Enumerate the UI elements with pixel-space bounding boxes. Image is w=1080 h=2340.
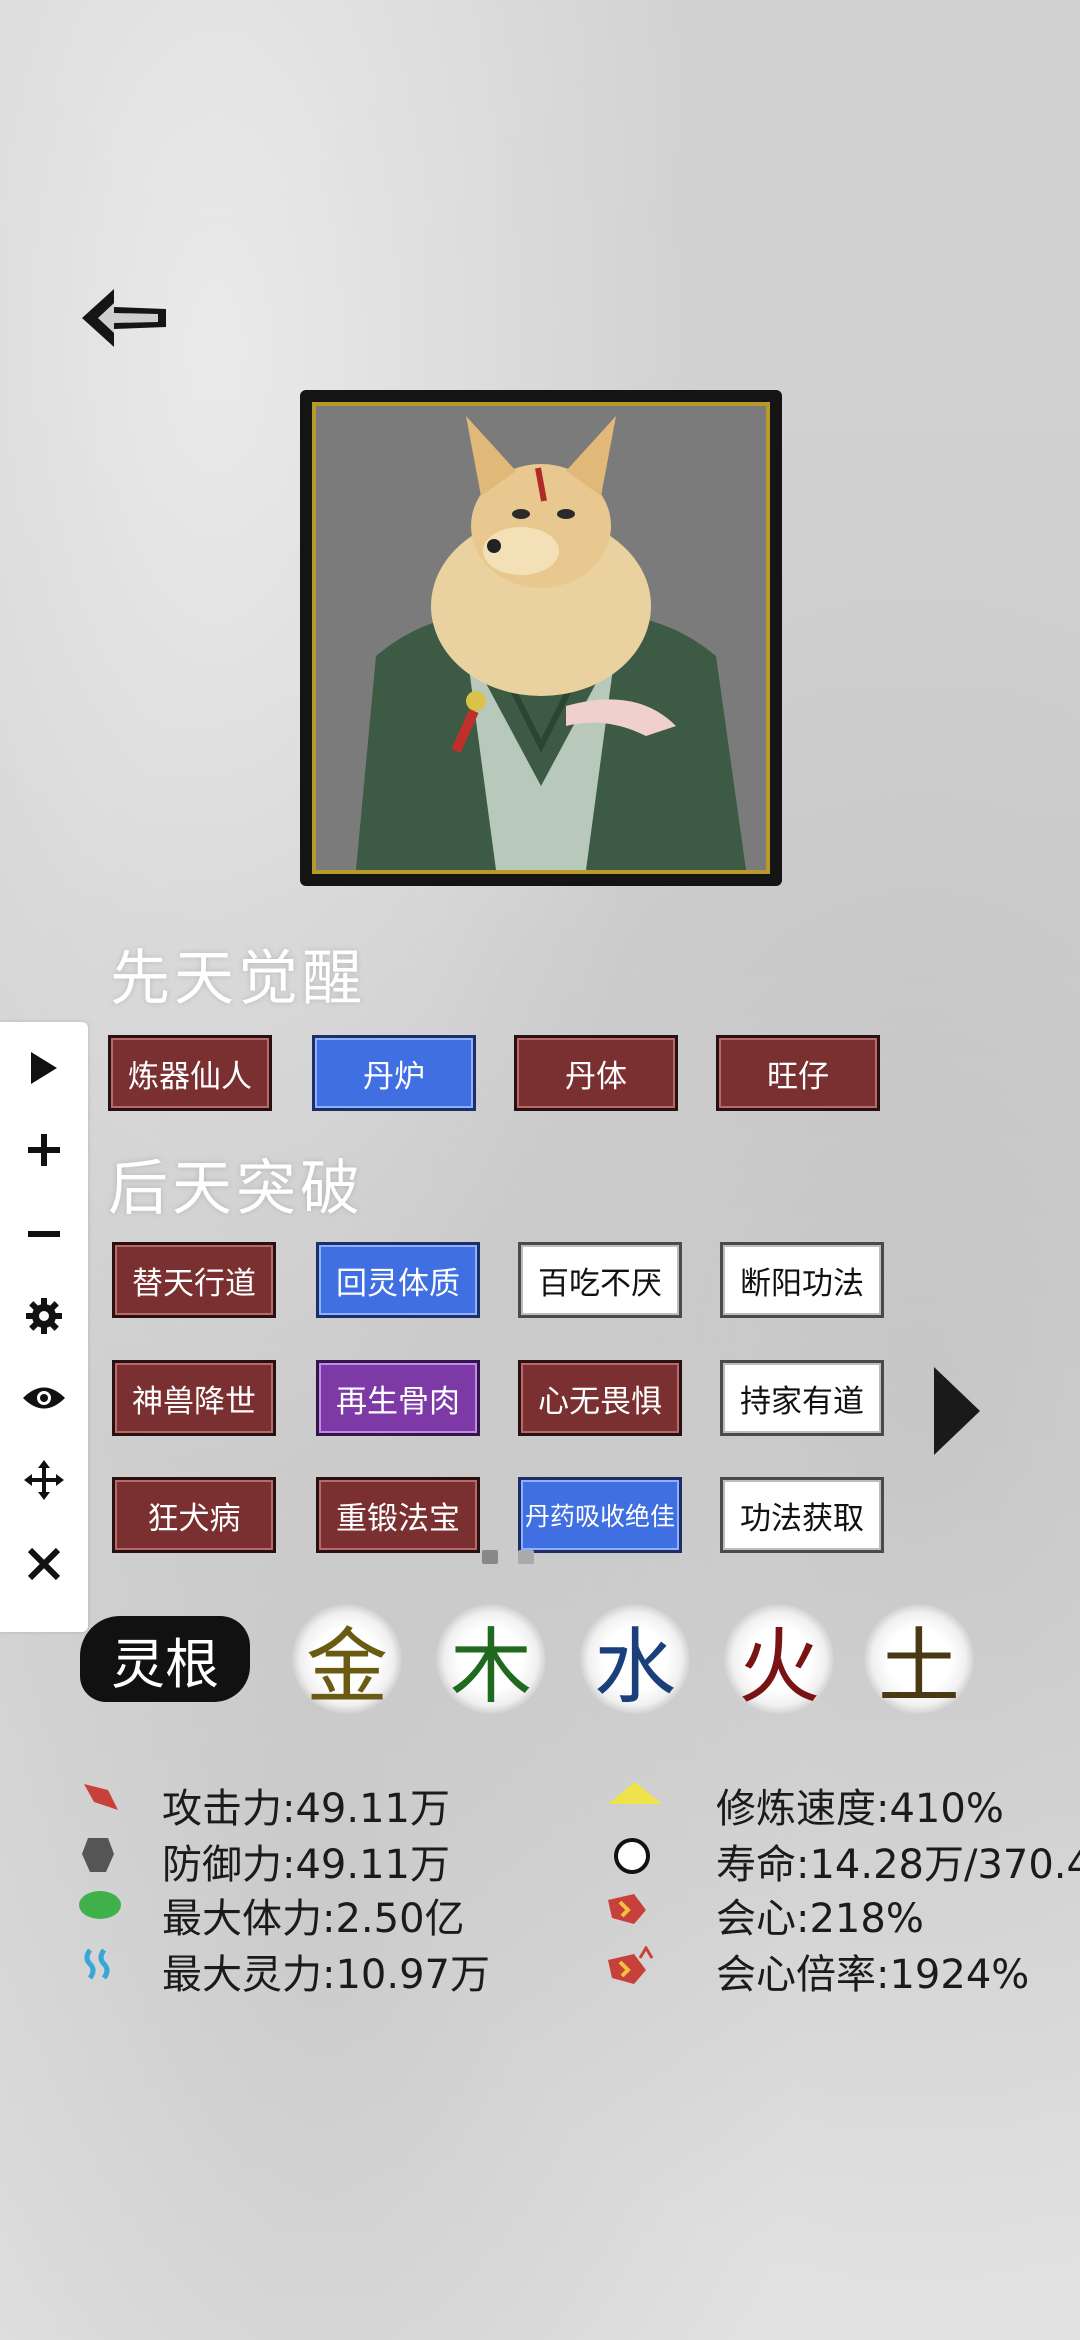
defense-icon bbox=[80, 1836, 116, 1878]
minus-icon[interactable] bbox=[18, 1208, 70, 1260]
stat-text: 攻击力:49.11万 bbox=[162, 1786, 450, 1832]
trait-tag[interactable]: 心无畏惧 bbox=[518, 1360, 682, 1436]
stat-text: 寿命:14.28万/370.4 bbox=[716, 1842, 1080, 1888]
stat-text: 修炼速度:410% bbox=[716, 1786, 1004, 1832]
spirit-root-element: 火 bbox=[724, 1604, 834, 1715]
attack-icon bbox=[80, 1780, 120, 1818]
crit-multiplier-icon bbox=[604, 1945, 654, 1992]
close-icon[interactable] bbox=[18, 1538, 70, 1590]
cultivation-speed-icon bbox=[606, 1780, 664, 1810]
floating-toolbar bbox=[0, 1022, 88, 1632]
spirit-root-element: 水 bbox=[580, 1604, 690, 1715]
spirit-root-element: 金 bbox=[292, 1604, 402, 1715]
stat-text: 最大灵力:10.97万 bbox=[162, 1952, 490, 1998]
trait-tag[interactable]: 百吃不厌 bbox=[518, 1242, 682, 1318]
trait-tag[interactable]: 神兽降世 bbox=[112, 1360, 276, 1436]
page-indicator-dot bbox=[482, 1550, 498, 1564]
spirit-power-icon bbox=[82, 1946, 118, 1986]
acquired-breakthrough-title: 后天突破 bbox=[108, 1154, 364, 1224]
trait-tag[interactable]: 持家有道 bbox=[720, 1360, 884, 1436]
trait-tag[interactable]: 回灵体质 bbox=[316, 1242, 480, 1318]
fox-cultivator-portrait bbox=[312, 402, 770, 874]
stat-text: 最大体力:2.50亿 bbox=[162, 1896, 465, 1942]
trait-tag[interactable]: 丹药吸收绝佳 bbox=[518, 1477, 682, 1553]
trait-tag[interactable]: 断阳功法 bbox=[720, 1242, 884, 1318]
spirit-root-element: 土 bbox=[864, 1604, 974, 1715]
stat-text: 会心倍率:1924% bbox=[716, 1952, 1030, 1998]
back-arrow-icon[interactable] bbox=[78, 285, 170, 351]
crit-icon bbox=[604, 1890, 650, 1932]
trait-tag[interactable]: 替天行道 bbox=[112, 1242, 276, 1318]
trait-tag[interactable]: 狂犬病 bbox=[112, 1477, 276, 1553]
hp-icon bbox=[78, 1890, 122, 1924]
innate-awakening-title: 先天觉醒 bbox=[110, 944, 366, 1014]
character-portrait-frame bbox=[300, 390, 782, 886]
trait-tag[interactable]: 炼器仙人 bbox=[108, 1035, 272, 1111]
move-icon[interactable] bbox=[18, 1454, 70, 1506]
eye-icon[interactable] bbox=[18, 1372, 70, 1424]
gear-icon[interactable] bbox=[18, 1290, 70, 1342]
lifespan-icon bbox=[612, 1836, 652, 1880]
spirit-root-element: 木 bbox=[436, 1604, 546, 1715]
trait-tag[interactable]: 丹炉 bbox=[312, 1035, 476, 1111]
next-page-arrow-icon[interactable] bbox=[932, 1365, 982, 1457]
trait-tag[interactable]: 重锻法宝 bbox=[316, 1477, 480, 1553]
page-indicator-dot bbox=[518, 1550, 534, 1564]
trait-tag[interactable]: 再生骨肉 bbox=[316, 1360, 480, 1436]
trait-tag[interactable]: 丹体 bbox=[514, 1035, 678, 1111]
play-icon[interactable] bbox=[18, 1042, 70, 1094]
plus-icon[interactable] bbox=[18, 1124, 70, 1176]
trait-tag[interactable]: 旺仔 bbox=[716, 1035, 880, 1111]
spirit-root-label: 灵根 bbox=[80, 1616, 250, 1702]
stat-text: 防御力:49.11万 bbox=[162, 1842, 450, 1888]
trait-tag[interactable]: 功法获取 bbox=[720, 1477, 884, 1553]
stat-text: 会心:218% bbox=[716, 1896, 924, 1942]
